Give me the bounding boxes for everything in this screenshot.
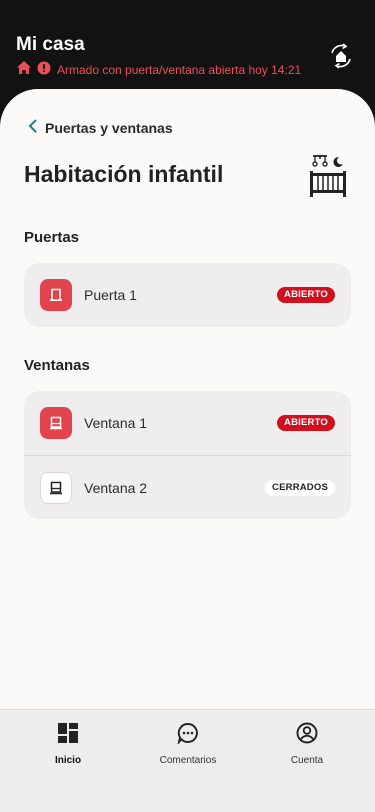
window-icon [40, 407, 72, 439]
status-badge: ABIERTO [277, 415, 335, 431]
account-icon [296, 722, 318, 749]
arm-status[interactable]: Armado con puerta/ventana abierta hoy 14… [16, 60, 302, 80]
status-badge: CERRADOS [265, 479, 335, 496]
crib-icon [307, 153, 349, 197]
alert-icon [37, 61, 51, 80]
doors-card: Puerta 1 ABIERTO [24, 263, 351, 327]
list-item-puerta-1[interactable]: Puerta 1 ABIERTO [24, 263, 351, 327]
content-panel: Puertas y ventanas Habitación infantil P… [0, 89, 375, 709]
device-label: Ventana 2 [84, 479, 148, 496]
dashboard-icon [57, 722, 79, 749]
list-item-ventana-1[interactable]: Ventana 1 ABIERTO [24, 391, 351, 455]
nav-item-comentarios[interactable]: Comentarios [138, 722, 238, 766]
door-icon [40, 279, 72, 311]
device-label: Ventana 1 [84, 415, 148, 431]
list-item-ventana-2[interactable]: Ventana 2 CERRADOS [24, 455, 351, 519]
nav-item-inicio[interactable]: Inicio [18, 722, 118, 766]
windows-card: Ventana 1 ABIERTO Ventana 2 CERRADOS [24, 391, 351, 519]
nav-label: Inicio [54, 755, 82, 766]
device-label: Puerta 1 [84, 287, 137, 303]
windows-section-title: Ventanas [24, 357, 90, 374]
window-icon [40, 472, 72, 504]
nav-label: Cuenta [290, 755, 324, 766]
chat-icon [177, 722, 199, 749]
nav-label: Comentarios [159, 755, 217, 766]
doors-section-title: Puertas [24, 229, 80, 246]
bottom-nav: Inicio Comentarios Cuenta [0, 709, 375, 812]
nav-item-cuenta[interactable]: Cuenta [257, 722, 357, 766]
status-text: Armado con puerta/ventana abierta hoy 14… [57, 63, 302, 77]
back-button[interactable]: Puertas y ventanas [28, 119, 173, 136]
page-title: Habitación infantil [24, 161, 224, 187]
back-label: Puertas y ventanas [45, 119, 173, 136]
home-title: Mi casa [16, 34, 85, 55]
home-icon [16, 60, 32, 80]
status-badge: ABIERTO [277, 287, 335, 303]
chevron-left-icon [28, 119, 37, 136]
home-sync-icon[interactable] [327, 43, 355, 69]
